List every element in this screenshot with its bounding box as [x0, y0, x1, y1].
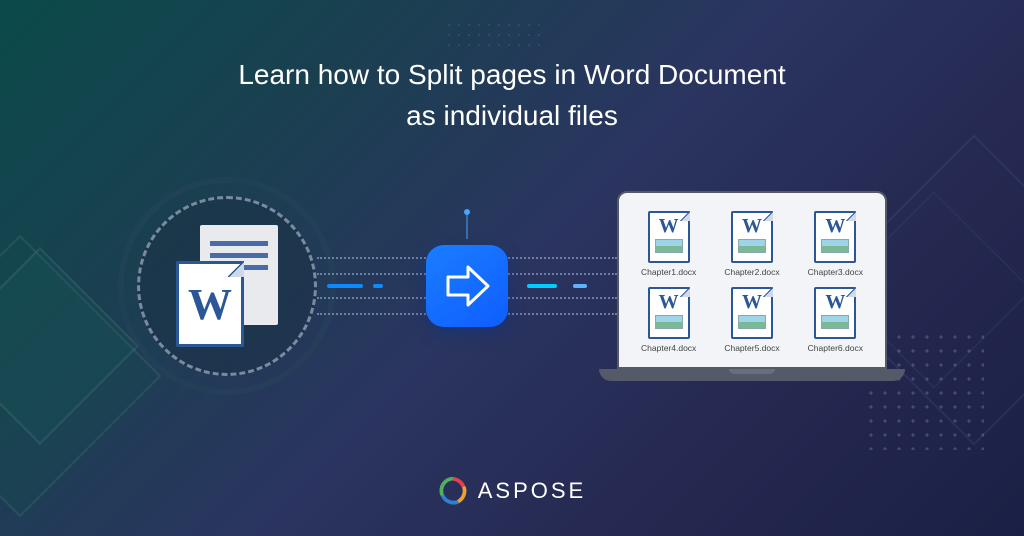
heading-line-2: as individual files	[406, 100, 618, 131]
laptop-output: W Chapter1.docx W Chapter2.docx W Chapte…	[617, 191, 887, 381]
brand-name: ASPOSE	[478, 478, 586, 504]
flow-connector	[317, 245, 617, 327]
output-file: W Chapter3.docx	[802, 211, 869, 277]
word-file-icon: W	[731, 287, 773, 339]
word-file-icon: W	[731, 211, 773, 263]
file-label: Chapter1.docx	[641, 267, 696, 277]
page-title: Learn how to Split pages in Word Documen…	[0, 0, 1024, 136]
output-file: W Chapter1.docx	[635, 211, 702, 277]
footer-brand: ASPOSE	[0, 476, 1024, 506]
output-file: W Chapter2.docx	[718, 211, 785, 277]
file-label: Chapter4.docx	[641, 343, 696, 353]
arrow-icon	[426, 245, 508, 327]
output-file: W Chapter5.docx	[718, 287, 785, 353]
file-label: Chapter2.docx	[724, 267, 779, 277]
output-file: W Chapter4.docx	[635, 287, 702, 353]
illustration: W W Chapter1.docx W Chapter2.docx	[0, 191, 1024, 381]
word-file-icon: W	[648, 287, 690, 339]
source-document-circle: W	[137, 196, 317, 376]
word-file-icon: W	[648, 211, 690, 263]
file-label: Chapter3.docx	[808, 267, 863, 277]
word-letter: W	[188, 279, 232, 330]
output-file: W Chapter6.docx	[802, 287, 869, 353]
file-label: Chapter5.docx	[724, 343, 779, 353]
word-document-icon: W	[182, 231, 272, 341]
heading-line-1: Learn how to Split pages in Word Documen…	[238, 59, 785, 90]
word-file-icon: W	[814, 211, 856, 263]
aspose-logo-icon	[438, 476, 468, 506]
file-label: Chapter6.docx	[808, 343, 863, 353]
word-file-icon: W	[814, 287, 856, 339]
